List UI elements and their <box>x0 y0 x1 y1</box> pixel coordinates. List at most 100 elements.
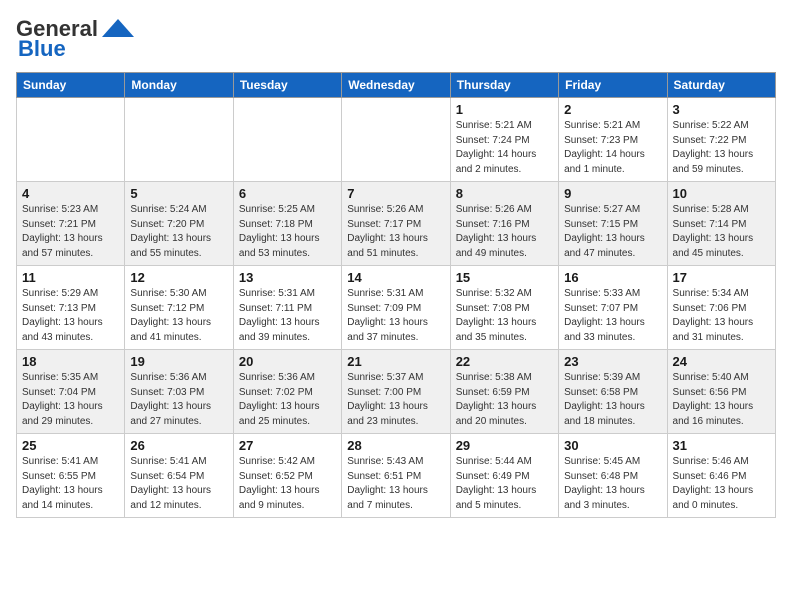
day-number: 9 <box>564 186 661 201</box>
day-detail: Sunrise: 5:35 AM Sunset: 7:04 PM Dayligh… <box>22 371 119 429</box>
calendar-week-3: 18 Sunrise: 5:35 AM Sunset: 7:04 PM Dayli… <box>17 350 776 434</box>
calendar-cell: 12Sunrise: 5:30 AM Sunset: 7:12 PM Dayli… <box>125 266 233 350</box>
calendar-cell: 13 Sunrise: 5:31 AM Sunset: 7:11 PM Dayli… <box>233 266 341 350</box>
header-friday: Friday <box>559 73 667 98</box>
calendar-cell: 1 Sunrise: 5:21 AM Sunset: 7:24 PM Daylig… <box>450 98 558 182</box>
calendar-week-0: 1 Sunrise: 5:21 AM Sunset: 7:24 PM Daylig… <box>17 98 776 182</box>
header-tuesday: Tuesday <box>233 73 341 98</box>
logo-text-blue: Blue <box>18 36 66 62</box>
day-detail: Sunrise: 5:37 AM Sunset: 7:00 PM Dayligh… <box>347 371 444 429</box>
logo-icon <box>100 17 136 41</box>
calendar-week-2: 11Sunrise: 5:29 AM Sunset: 7:13 PM Dayli… <box>17 266 776 350</box>
calendar-cell: 28Sunrise: 5:43 AM Sunset: 6:51 PM Dayli… <box>342 434 450 518</box>
day-detail: Sunrise: 5:34 AM Sunset: 7:06 PM Dayligh… <box>673 287 770 345</box>
day-detail: Sunrise: 5:33 AM Sunset: 7:07 PM Dayligh… <box>564 287 661 345</box>
calendar-cell: 4 Sunrise: 5:23 AM Sunset: 7:21 PM Daylig… <box>17 182 125 266</box>
header-thursday: Thursday <box>450 73 558 98</box>
day-detail: Sunrise: 5:39 AM Sunset: 6:58 PM Dayligh… <box>564 371 661 429</box>
calendar-week-4: 25 Sunrise: 5:41 AM Sunset: 6:55 PM Dayli… <box>17 434 776 518</box>
day-number: 16 <box>564 270 661 285</box>
calendar-cell: 11Sunrise: 5:29 AM Sunset: 7:13 PM Dayli… <box>17 266 125 350</box>
calendar-cell: 22 Sunrise: 5:38 AM Sunset: 6:59 PM Dayli… <box>450 350 558 434</box>
day-number: 6 <box>239 186 336 201</box>
calendar-cell: 17 Sunrise: 5:34 AM Sunset: 7:06 PM Dayli… <box>667 266 775 350</box>
day-number: 30 <box>564 438 661 453</box>
calendar-cell: 20 Sunrise: 5:36 AM Sunset: 7:02 PM Dayli… <box>233 350 341 434</box>
day-number: 10 <box>673 186 770 201</box>
calendar-cell: 23 Sunrise: 5:39 AM Sunset: 6:58 PM Dayli… <box>559 350 667 434</box>
day-detail: Sunrise: 5:46 AM Sunset: 6:46 PM Dayligh… <box>673 455 770 513</box>
day-number: 3 <box>673 102 770 117</box>
day-number: 15 <box>456 270 553 285</box>
calendar-cell: 15 Sunrise: 5:32 AM Sunset: 7:08 PM Dayli… <box>450 266 558 350</box>
day-number: 29 <box>456 438 553 453</box>
day-detail: Sunrise: 5:38 AM Sunset: 6:59 PM Dayligh… <box>456 371 553 429</box>
calendar-cell: 5Sunrise: 5:24 AM Sunset: 7:20 PM Daylig… <box>125 182 233 266</box>
calendar-cell <box>233 98 341 182</box>
day-detail: Sunrise: 5:45 AM Sunset: 6:48 PM Dayligh… <box>564 455 661 513</box>
day-detail: Sunrise: 5:41 AM Sunset: 6:55 PM Dayligh… <box>22 455 119 513</box>
header-wednesday: Wednesday <box>342 73 450 98</box>
calendar-cell: 29 Sunrise: 5:44 AM Sunset: 6:49 PM Dayli… <box>450 434 558 518</box>
calendar-cell: 14Sunrise: 5:31 AM Sunset: 7:09 PM Dayli… <box>342 266 450 350</box>
day-detail: Sunrise: 5:27 AM Sunset: 7:15 PM Dayligh… <box>564 203 661 261</box>
day-number: 17 <box>673 270 770 285</box>
day-detail: Sunrise: 5:21 AM Sunset: 7:24 PM Dayligh… <box>456 119 553 177</box>
day-number: 23 <box>564 354 661 369</box>
day-number: 20 <box>239 354 336 369</box>
day-number: 31 <box>673 438 770 453</box>
calendar-cell: 7Sunrise: 5:26 AM Sunset: 7:17 PM Daylig… <box>342 182 450 266</box>
calendar-cell: 6Sunrise: 5:25 AM Sunset: 7:18 PM Daylig… <box>233 182 341 266</box>
day-detail: Sunrise: 5:41 AM Sunset: 6:54 PM Dayligh… <box>130 455 227 513</box>
logo: General Blue <box>16 16 136 62</box>
day-detail: Sunrise: 5:26 AM Sunset: 7:16 PM Dayligh… <box>456 203 553 261</box>
day-number: 21 <box>347 354 444 369</box>
calendar-cell: 19 Sunrise: 5:36 AM Sunset: 7:03 PM Dayli… <box>125 350 233 434</box>
calendar-cell: 24 Sunrise: 5:40 AM Sunset: 6:56 PM Dayli… <box>667 350 775 434</box>
day-detail: Sunrise: 5:40 AM Sunset: 6:56 PM Dayligh… <box>673 371 770 429</box>
day-number: 19 <box>130 354 227 369</box>
calendar-cell: 30 Sunrise: 5:45 AM Sunset: 6:48 PM Dayli… <box>559 434 667 518</box>
header-sunday: Sunday <box>17 73 125 98</box>
calendar-cell: 25 Sunrise: 5:41 AM Sunset: 6:55 PM Dayli… <box>17 434 125 518</box>
day-number: 25 <box>22 438 119 453</box>
day-number: 8 <box>456 186 553 201</box>
day-number: 1 <box>456 102 553 117</box>
calendar-cell <box>125 98 233 182</box>
day-detail: Sunrise: 5:32 AM Sunset: 7:08 PM Dayligh… <box>456 287 553 345</box>
day-number: 22 <box>456 354 553 369</box>
day-detail: Sunrise: 5:30 AM Sunset: 7:12 PM Dayligh… <box>130 287 227 345</box>
day-detail: Sunrise: 5:42 AM Sunset: 6:52 PM Dayligh… <box>239 455 336 513</box>
day-detail: Sunrise: 5:23 AM Sunset: 7:21 PM Dayligh… <box>22 203 119 261</box>
calendar-cell: 26 Sunrise: 5:41 AM Sunset: 6:54 PM Dayli… <box>125 434 233 518</box>
day-detail: Sunrise: 5:21 AM Sunset: 7:23 PM Dayligh… <box>564 119 661 177</box>
day-number: 4 <box>22 186 119 201</box>
calendar-cell: 31 Sunrise: 5:46 AM Sunset: 6:46 PM Dayli… <box>667 434 775 518</box>
day-detail: Sunrise: 5:26 AM Sunset: 7:17 PM Dayligh… <box>347 203 444 261</box>
calendar-cell: 10 Sunrise: 5:28 AM Sunset: 7:14 PM Dayli… <box>667 182 775 266</box>
calendar-cell: 16 Sunrise: 5:33 AM Sunset: 7:07 PM Dayli… <box>559 266 667 350</box>
calendar-cell: 2 Sunrise: 5:21 AM Sunset: 7:23 PM Daylig… <box>559 98 667 182</box>
day-detail: Sunrise: 5:44 AM Sunset: 6:49 PM Dayligh… <box>456 455 553 513</box>
calendar-cell: 8 Sunrise: 5:26 AM Sunset: 7:16 PM Daylig… <box>450 182 558 266</box>
calendar-header-row: SundayMondayTuesdayWednesdayThursdayFrid… <box>17 73 776 98</box>
day-number: 11 <box>22 270 119 285</box>
day-detail: Sunrise: 5:28 AM Sunset: 7:14 PM Dayligh… <box>673 203 770 261</box>
day-detail: Sunrise: 5:31 AM Sunset: 7:11 PM Dayligh… <box>239 287 336 345</box>
day-number: 13 <box>239 270 336 285</box>
day-number: 26 <box>130 438 227 453</box>
calendar-cell: 21 Sunrise: 5:37 AM Sunset: 7:00 PM Dayli… <box>342 350 450 434</box>
day-number: 14 <box>347 270 444 285</box>
day-number: 27 <box>239 438 336 453</box>
calendar-cell: 9 Sunrise: 5:27 AM Sunset: 7:15 PM Daylig… <box>559 182 667 266</box>
day-number: 2 <box>564 102 661 117</box>
calendar-cell <box>17 98 125 182</box>
calendar-table: SundayMondayTuesdayWednesdayThursdayFrid… <box>16 72 776 518</box>
day-detail: Sunrise: 5:22 AM Sunset: 7:22 PM Dayligh… <box>673 119 770 177</box>
day-number: 18 <box>22 354 119 369</box>
day-detail: Sunrise: 5:36 AM Sunset: 7:02 PM Dayligh… <box>239 371 336 429</box>
day-detail: Sunrise: 5:36 AM Sunset: 7:03 PM Dayligh… <box>130 371 227 429</box>
calendar-week-1: 4 Sunrise: 5:23 AM Sunset: 7:21 PM Daylig… <box>17 182 776 266</box>
day-number: 24 <box>673 354 770 369</box>
page-header: General Blue <box>16 16 776 62</box>
